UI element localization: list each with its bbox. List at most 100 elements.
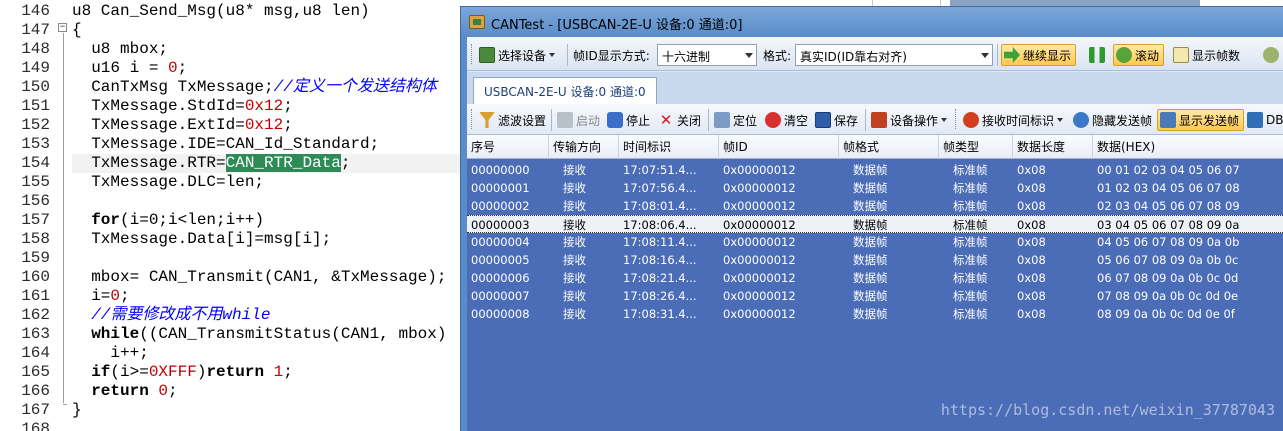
chevron-down-icon [981, 53, 989, 58]
device-operations-button[interactable]: 设备操作 [871, 109, 948, 131]
code-line[interactable]: CanTxMsg TxMessage;//定义一个发送结构体 [72, 78, 437, 97]
code-token: ; [283, 97, 293, 115]
extra-tool-button[interactable] [1263, 44, 1282, 66]
line-number: 151 [21, 97, 50, 115]
code-line[interactable]: TxMessage.DLC=len; [72, 173, 264, 192]
column-header[interactable]: 时间标识 [619, 135, 719, 159]
code-line[interactable]: u8 mbox; [72, 40, 168, 59]
code-line[interactable]: TxMessage.ExtId=0x12; [72, 116, 293, 135]
line-number: 149 [21, 59, 50, 77]
table-cell: 17:08:01.4... [623, 199, 697, 213]
scroll-icon [1116, 47, 1132, 63]
continue-display-button[interactable]: 继续显示 [1001, 44, 1077, 66]
table-cell: 00000004 [471, 235, 530, 249]
table-cell: 接收 [563, 253, 586, 267]
window-titlebar[interactable]: CANTest - [USBCAN-2E-U 设备:0 通道:0] [461, 7, 1283, 37]
line-number-gutter: 146 147 148 149 150 151 152 153 154 155 156 157 158 1… [0, 0, 54, 431]
toolbar-grip[interactable] [955, 109, 958, 129]
show-icon [1160, 112, 1176, 128]
table-row[interactable]: 00000006 接收 17:08:21.4... 0x00000012 数据帧 标准帧 0… [467, 269, 1283, 287]
rx-time-flag-button[interactable]: 接收时间标识 [963, 109, 1064, 131]
table-cell: 00000003 [471, 218, 530, 232]
column-header[interactable]: 传输方向 [549, 135, 619, 159]
code-line[interactable]: i=0; [72, 287, 129, 306]
line-number: 153 [21, 135, 50, 153]
table-cell: 00 01 02 03 04 05 06 07 [1097, 163, 1240, 177]
code-token: u8 mbox; [72, 40, 169, 58]
code-line[interactable]: mbox= CAN_Transmit(CAN1, &TxMessage); [72, 268, 446, 287]
table-row[interactable]: 00000004 接收 17:08:11.4... 0x00000012 数据帧 标准帧 0… [467, 233, 1283, 251]
code-line[interactable]: u16 i = 0; [72, 59, 187, 78]
table-cell: 标准帧 [953, 163, 988, 177]
code-line[interactable]: TxMessage.StdId=0x12; [72, 97, 293, 116]
code-token: 0x12 [244, 97, 284, 115]
close-icon: ✕ [659, 111, 673, 129]
code-line[interactable]: TxMessage.IDE=CAN_Id_Standard; [72, 135, 379, 154]
table-row[interactable]: 00000005 接收 17:08:16.4... 0x00000012 数据帧 标准帧 0… [467, 251, 1283, 269]
code-line[interactable]: } [72, 401, 82, 420]
column-header[interactable]: 帧ID [719, 135, 839, 159]
show-tx-frames-button[interactable]: 显示发送帧 [1157, 109, 1245, 131]
table-row[interactable]: 00000002 接收 17:08:01.4... 0x00000012 数据帧 标准帧 0… [467, 197, 1283, 215]
main-toolbar: 选择设备 帧ID显示方式: 十六进制 格式: 真实ID(ID靠右对齐) 继续显示 [467, 37, 1283, 71]
table-row[interactable]: 00000007 接收 17:08:26.4... 0x00000012 数据帧 标准帧 0… [467, 287, 1283, 305]
document-icon [1173, 47, 1189, 63]
scroll-button[interactable]: 滚动 [1113, 44, 1165, 66]
toolbar-grip[interactable] [471, 109, 474, 129]
code-line[interactable]: while((CAN_TransmitStatus(CAN1, mbox) [72, 325, 446, 344]
table-cell: 数据帧 [853, 199, 888, 213]
table-row[interactable]: 00000000 接收 17:07:51.4... 0x00000012 数据帧 标准帧 0… [467, 161, 1283, 179]
table-cell: 0x00000012 [723, 181, 796, 195]
table-cell: 标准帧 [953, 235, 988, 249]
code-token: //定义一个发送结构体 [273, 78, 437, 96]
stop-button[interactable]: 停止 [607, 109, 650, 131]
table-cell: 0x08 [1017, 181, 1046, 195]
format-select[interactable]: 真实ID(ID靠右对齐) [795, 44, 993, 66]
db-button[interactable]: DB [1247, 109, 1283, 131]
line-number: 164 [21, 344, 50, 362]
message-grid[interactable]: 序号 传输方向 时间标识 帧ID 帧格式 帧类型 数据长度 数据(HEX) 00000000 接… [467, 135, 1283, 431]
table-row[interactable]: 00000001 接收 17:07:56.4... 0x00000012 数据帧 标准帧 0… [467, 179, 1283, 197]
code-line[interactable]: u8 Can_Send_Msg(u8* msg,u8 len) [72, 2, 370, 21]
watermark: https://blog.csdn.net/weixin_37787043 [940, 401, 1275, 419]
hide-tx-frames-button[interactable]: 隐藏发送帧 [1073, 109, 1152, 131]
frame-id-format-select[interactable]: 十六进制 [657, 44, 757, 66]
clear-label: 清空 [784, 113, 809, 128]
column-header[interactable]: 序号 [467, 135, 549, 159]
code-line[interactable]: i++; [72, 344, 148, 363]
code-line[interactable]: TxMessage.Data[i]=msg[i]; [72, 230, 331, 249]
show-frame-count-button[interactable]: 显示帧数 [1173, 44, 1240, 66]
close-button[interactable]: ✕ 关闭 [658, 109, 701, 131]
column-header[interactable]: 帧格式 [839, 135, 939, 159]
code-line[interactable]: { [72, 21, 82, 40]
column-header[interactable]: 数据长度 [1013, 135, 1093, 159]
table-cell: 0x00000012 [723, 253, 796, 267]
save-button[interactable]: 保存 [815, 109, 858, 131]
line-number: 166 [21, 382, 50, 400]
code-line[interactable]: if(i>=0XFFF)return 1; [72, 363, 293, 382]
table-cell: 17:07:56.4... [623, 181, 697, 195]
pause-button[interactable] [1089, 44, 1108, 66]
start-button[interactable]: 启动 [557, 109, 600, 131]
table-cell: 接收 [563, 163, 586, 177]
toolbar-grip[interactable] [471, 44, 474, 64]
fold-collapse-icon[interactable]: − [58, 23, 67, 32]
table-row[interactable]: 00000008 接收 17:08:31.4... 0x00000012 数据帧 标准帧 0… [467, 305, 1283, 323]
column-header[interactable]: 数据(HEX) [1093, 135, 1283, 159]
code-line[interactable]: //需要修改成不用while [72, 306, 270, 325]
code-line[interactable]: return 0; [72, 382, 177, 401]
column-header[interactable]: 帧类型 [939, 135, 1013, 159]
locate-button[interactable]: 定位 [714, 109, 757, 131]
code-line[interactable]: for(i=0;i<len;i++) [72, 211, 264, 230]
code-token: u8 Can_Send_Msg(u8* msg,u8 len) [72, 2, 370, 20]
filter-settings-button[interactable]: 滤波设置 [479, 109, 546, 131]
code-token: TxMessage.RTR= [72, 154, 226, 172]
cantest-window[interactable]: CANTest - [USBCAN-2E-U 设备:0 通道:0] 选择设备 帧… [460, 6, 1283, 431]
select-device-button[interactable]: 选择设备 [479, 44, 556, 66]
line-number: 161 [21, 287, 50, 305]
tab-usbcan-device[interactable]: USBCAN-2E-U 设备:0 通道:0 [473, 77, 657, 104]
table-row[interactable]: 00000003 接收 17:08:06.4... 0x00000012 数据帧 标准帧 0… [467, 215, 1283, 233]
clear-button[interactable]: 清空 [765, 109, 808, 131]
frame-id-format-label: 帧ID显示方式: [573, 48, 650, 63]
